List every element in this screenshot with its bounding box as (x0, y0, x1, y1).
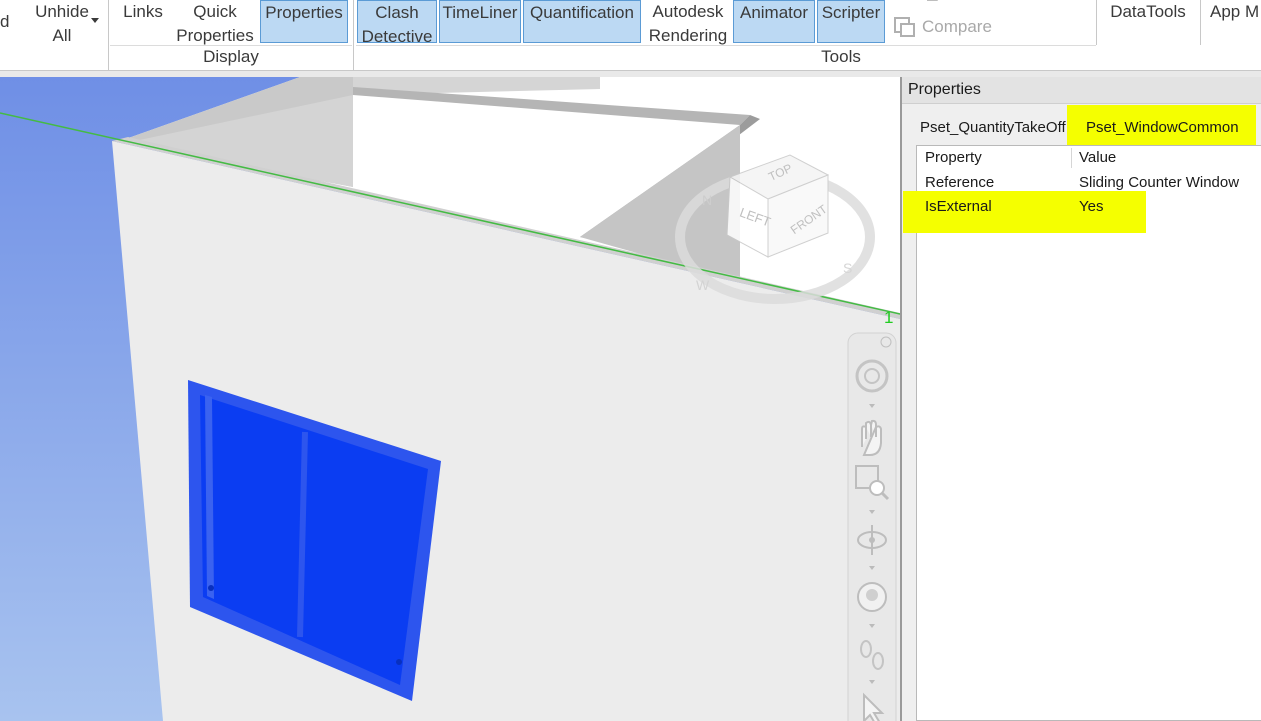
property-name: Reference (925, 174, 995, 191)
navigation-bar (847, 332, 897, 721)
ribbon: d Unhide All Links Quick Properties Prop… (0, 0, 1261, 70)
compare-button[interactable]: Compare (922, 15, 992, 39)
display-group-divider (110, 45, 352, 46)
column-header-property[interactable]: Property (925, 149, 982, 166)
display-group-label: Display (203, 47, 259, 66)
properties-table: Property Value Reference Sliding Counter… (903, 145, 1261, 721)
quick-properties-line1: Quick (193, 2, 237, 21)
grid-label: 1 (884, 308, 893, 327)
ribbon-cut-button-label[interactable]: d (0, 10, 9, 34)
table-row[interactable]: Reference Sliding Counter Window (917, 171, 1261, 195)
property-value: Sliding Counter Window (1079, 174, 1240, 191)
window-handle-icon (396, 659, 402, 665)
ribbon-separator (1096, 0, 1097, 45)
clash-detective-button[interactable]: Clash Detective (357, 0, 437, 46)
properties-button[interactable]: Properties (260, 0, 348, 43)
ribbon-separator (108, 0, 109, 70)
table-row[interactable]: IsExternal Yes (917, 195, 1261, 219)
compass-w-label: W (696, 277, 710, 293)
property-name: IsExternal (925, 198, 992, 215)
compass-s-label: S (843, 260, 852, 276)
clash-detective-line1: Clash (375, 3, 419, 22)
unhide-all-line2: All (52, 26, 72, 45)
ribbon-bottom-bar (0, 70, 1261, 77)
animator-button[interactable]: Animator (733, 0, 815, 43)
timeliner-button[interactable]: TimeLiner (439, 0, 521, 43)
table-header: Property Value (917, 146, 1261, 170)
ribbon-separator (353, 0, 354, 70)
autodesk-rendering-button[interactable]: Autodesk Rendering (645, 0, 731, 48)
dropdown-arrow-icon[interactable] (91, 18, 99, 23)
quick-properties-button[interactable]: Quick Properties (172, 0, 258, 48)
autodesk-rendering-line1: Autodesk (652, 2, 724, 21)
look-icon[interactable] (857, 582, 887, 612)
tab-pset-quantitytakeoff[interactable]: Pset_QuantityTakeOff (916, 113, 1070, 143)
tools-group-label: Tools (821, 47, 861, 66)
tab-pset-windowcommon[interactable]: Pset_WindowCommon (1082, 113, 1243, 143)
links-button[interactable]: Links (118, 0, 168, 24)
scripter-button[interactable]: Scripter (817, 0, 885, 43)
quantification-button[interactable]: Quantification (523, 0, 641, 43)
scene: 1 TOP LEFT FRONT N W S (0, 77, 900, 721)
compare-icon (893, 15, 917, 44)
window-handle-icon (208, 585, 214, 591)
unhide-all-button[interactable]: Unhide All (30, 0, 94, 48)
unhide-all-line1: Unhide (35, 2, 89, 21)
properties-title: Properties (908, 81, 981, 98)
datatools-button[interactable]: DataTools (1104, 0, 1192, 24)
3d-viewport[interactable]: 1 TOP LEFT FRONT N W S (0, 77, 900, 721)
tools-group-divider (356, 45, 1096, 46)
property-value: Yes (1079, 198, 1104, 215)
compass-n-label: N (702, 192, 712, 208)
column-header-value[interactable]: Value (1079, 149, 1116, 166)
app-manager-button[interactable]: App M (1210, 0, 1261, 24)
ribbon-separator (1200, 0, 1201, 45)
tab-cut-off[interactable]: I (1256, 113, 1261, 143)
compare-top-cut: ▦ · · · · · · (893, 0, 1023, 2)
column-divider[interactable] (1071, 148, 1072, 168)
properties-panel: Properties Pset_QuantityTakeOff Pset_Win… (900, 77, 1261, 721)
